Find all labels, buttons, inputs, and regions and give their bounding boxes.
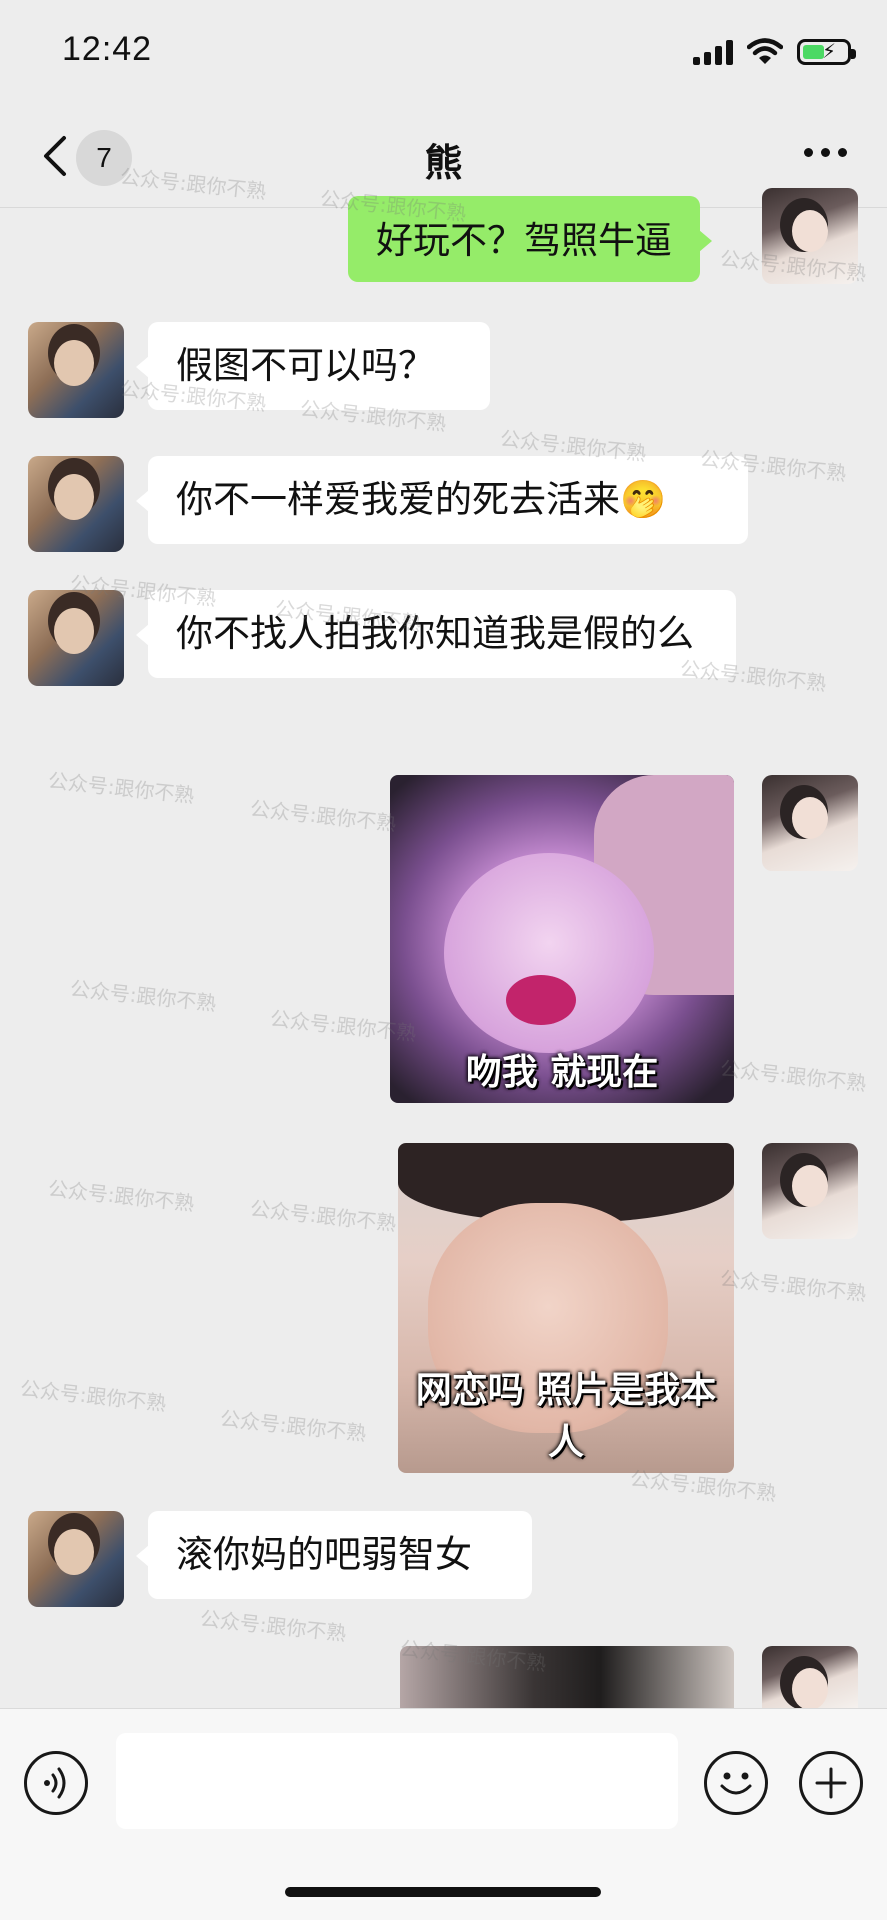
battery-level [803,45,824,59]
my-avatar[interactable] [762,1143,858,1239]
watermark: 公众号:跟你不熟 [248,796,398,836]
status-time: 12:42 [62,30,153,68]
input-bar [0,1708,887,1920]
contact-avatar[interactable] [28,590,124,686]
more-functions-button[interactable] [799,1751,863,1815]
message-bubble-incoming[interactable]: 假图不可以吗？ [136,322,490,410]
voice-icon [44,1767,66,1799]
contact-avatar[interactable] [28,456,124,552]
watermark: 公众号:跟你不熟 [248,1196,398,1236]
more-options-button[interactable] [804,148,847,157]
contact-avatar[interactable] [28,322,124,418]
watermark: 公众号:跟你不熟 [46,1176,196,1216]
contact-avatar[interactable] [28,1511,124,1607]
plus-icon [815,1767,847,1799]
my-avatar[interactable] [762,188,858,284]
image-message[interactable] [400,1646,734,1708]
charging-bolt-icon: ⚡ [822,39,837,63]
watermark: 公众号:跟你不熟 [218,1406,368,1446]
status-icons: ⚡ [693,38,856,66]
more-dots-icon [804,148,813,157]
image-message[interactable]: 吻我 就现在 [390,775,734,1103]
message-input[interactable] [116,1733,678,1829]
chat-title: 熊 [424,141,463,185]
home-indicator[interactable] [285,1887,601,1897]
message-bubble-incoming[interactable]: 滚你妈的吧弱智女 [136,1511,532,1599]
my-avatar[interactable] [762,775,858,871]
watermark: 公众号:跟你不熟 [68,976,218,1016]
image-caption: 吻我 就现在 [465,1052,659,1093]
message-bubble-outgoing[interactable]: 好玩不？驾照牛逼 [348,196,712,282]
battery-icon: ⚡ [797,39,856,65]
emoji-icon [720,1772,752,1795]
chat-nav-bar: 7 熊 [0,104,887,208]
voice-button[interactable] [24,1751,88,1815]
watermark: 公众号:跟你不熟 [18,1376,168,1416]
message-bubble-incoming[interactable]: 你不一样爱我爱的死去活来🤭 [136,456,748,544]
watermark: 公众号:跟你不熟 [198,1606,348,1646]
wifi-icon [747,38,783,64]
watermark: 公众号:跟你不熟 [718,1056,868,1096]
cellular-signal-icon [693,39,733,65]
status-bar: 12:42 ⚡ [0,0,887,104]
image-caption: 网恋吗 照片是我本人 [415,1370,717,1463]
message-bubble-incoming[interactable]: 你不找人拍我你知道我是假的么 [136,590,736,678]
emoji-button[interactable] [704,1751,768,1815]
image-message[interactable]: 网恋吗 照片是我本人 [398,1143,734,1473]
my-avatar[interactable] [762,1646,858,1708]
watermark: 公众号:跟你不熟 [46,768,196,808]
watermark: 公众号:跟你不熟 [718,1266,868,1306]
